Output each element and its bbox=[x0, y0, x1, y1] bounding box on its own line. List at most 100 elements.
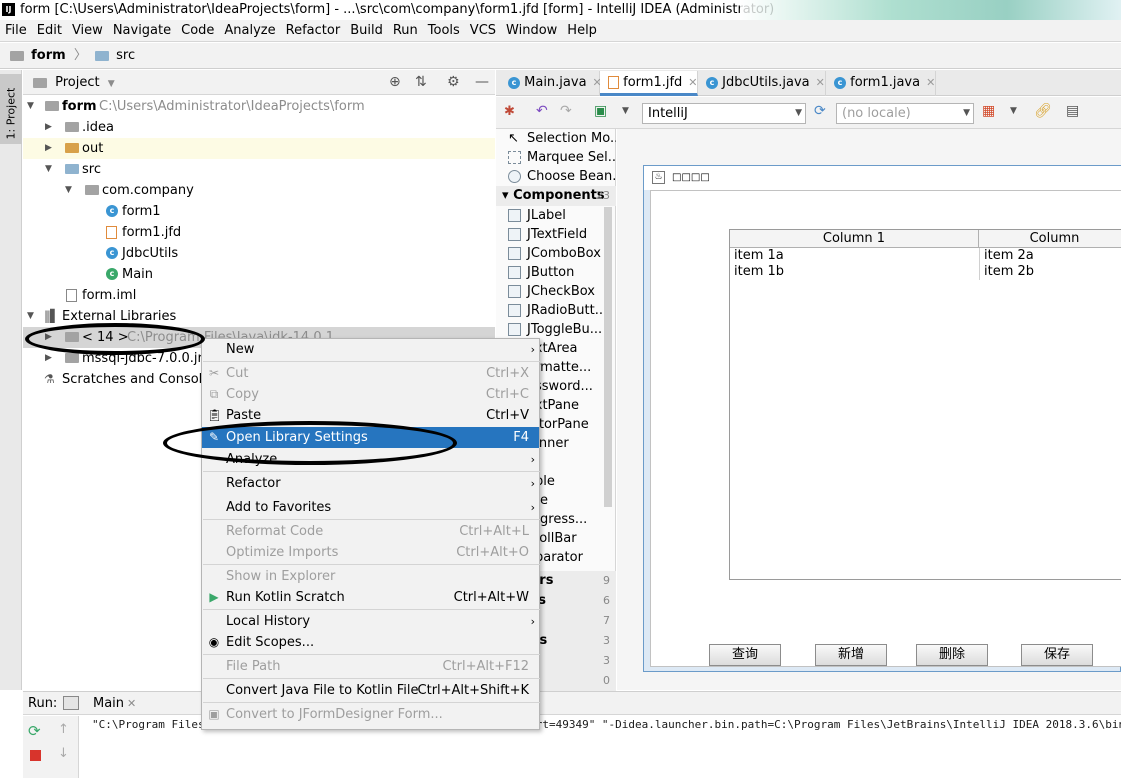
menu-navigate[interactable]: Navigate bbox=[108, 20, 176, 41]
run-tab-main[interactable]: Main bbox=[93, 692, 124, 715]
tree-row-main[interactable]: c Main bbox=[23, 264, 495, 285]
generate-code-icon[interactable]: ▤ bbox=[1066, 103, 1079, 119]
tree-row-jdbcutils[interactable]: c JdbcUtils bbox=[23, 243, 495, 264]
rerun-icon[interactable]: ⟳ bbox=[28, 722, 41, 740]
table-cell[interactable]: item 1b bbox=[730, 264, 979, 280]
chevron-down-icon[interactable]: ▼ bbox=[108, 79, 115, 89]
save-button[interactable]: 保存 bbox=[1021, 644, 1093, 666]
palette-component[interactable]: JComboBox bbox=[496, 244, 616, 263]
data-table[interactable]: Column 1 Column item 1a item 2a item 1b … bbox=[729, 229, 1121, 580]
table-cell[interactable]: item 2b bbox=[979, 264, 1121, 280]
menu-view[interactable]: View bbox=[67, 20, 108, 41]
expand-arrow-icon[interactable]: ▶ bbox=[45, 117, 52, 138]
menu-item-optimize-imports[interactable]: Optimize Imports Ctrl+Alt+O bbox=[202, 542, 539, 563]
palette-component[interactable]: JToggleBu... bbox=[496, 320, 616, 339]
menu-item-cut[interactable]: ✂ Cut Ctrl+X bbox=[202, 363, 539, 384]
redo-icon[interactable]: ↷ bbox=[560, 103, 572, 119]
palette-tool-selection[interactable]: Selection Mo... ↖ bbox=[496, 129, 616, 148]
close-icon[interactable]: ✕ bbox=[816, 76, 825, 89]
stop-icon[interactable] bbox=[30, 750, 41, 761]
refresh-icon[interactable]: ⟳ bbox=[814, 103, 826, 119]
table-cell[interactable]: item 2a bbox=[979, 248, 1121, 264]
collapse-all-icon[interactable]: ⇅ bbox=[415, 70, 427, 95]
expand-arrow-icon[interactable]: ▶ bbox=[45, 327, 52, 348]
gear-icon[interactable]: ⚙ bbox=[447, 70, 460, 95]
menu-item-edit-scopes[interactable]: ◉ Edit Scopes... bbox=[202, 632, 539, 653]
tree-row-package[interactable]: ▼ com.company bbox=[23, 180, 495, 201]
expand-arrow-icon[interactable]: ▶ bbox=[45, 348, 52, 369]
tree-row-external-libraries[interactable]: ▼ |||▌ External Libraries bbox=[23, 306, 495, 327]
palette-scrollbar[interactable] bbox=[604, 207, 612, 507]
layout-icon[interactable]: ▦ bbox=[982, 103, 995, 119]
tab-form1-jfd[interactable]: form1.jfd ✕ bbox=[600, 71, 698, 96]
hide-icon[interactable]: — bbox=[475, 70, 489, 95]
expand-arrow-icon[interactable]: ▼ bbox=[65, 180, 72, 201]
tree-row-form1-jfd[interactable]: form1.jfd bbox=[23, 222, 495, 243]
menu-item-refactor[interactable]: Refactor › bbox=[202, 473, 539, 494]
menu-vcs[interactable]: VCS bbox=[465, 20, 501, 41]
palette-component[interactable]: JCheckBox bbox=[496, 282, 616, 301]
tree-row-iml[interactable]: form.iml bbox=[23, 285, 495, 306]
table-cell[interactable]: item 1a bbox=[730, 248, 979, 264]
menu-item-convert-java-file-to-kotlin-file[interactable]: Convert Java File to Kotlin File Ctrl+Alt… bbox=[202, 680, 539, 701]
menu-refactor[interactable]: Refactor bbox=[281, 20, 346, 41]
tab-main-java[interactable]: c Main.java ✕ bbox=[500, 71, 602, 96]
expand-arrow-icon[interactable]: ▶ bbox=[45, 138, 52, 159]
link-icon[interactable]: 🔗︎ bbox=[1034, 103, 1052, 119]
preview-icon[interactable]: ▣ bbox=[594, 103, 607, 119]
up-arrow-icon[interactable]: ↑ bbox=[58, 722, 69, 737]
tree-row-form1[interactable]: c form1 bbox=[23, 201, 495, 222]
palette-component[interactable]: JButton bbox=[496, 263, 616, 282]
project-tool-tab[interactable]: 1: Project bbox=[0, 74, 22, 144]
palette-tool-marquee[interactable]: Marquee Sel... bbox=[496, 148, 616, 167]
menu-window[interactable]: Window bbox=[501, 20, 562, 41]
palette-component[interactable]: JTextField bbox=[496, 225, 616, 244]
table-header-column-2[interactable]: Column bbox=[979, 230, 1121, 248]
locate-icon[interactable]: ⊕ bbox=[389, 70, 401, 95]
menu-item-reformat-code[interactable]: Reformat Code Ctrl+Alt+L bbox=[202, 521, 539, 542]
menu-run[interactable]: Run bbox=[388, 20, 423, 41]
undo-icon[interactable]: ↶ bbox=[536, 103, 548, 119]
close-icon[interactable]: ✕ bbox=[688, 76, 697, 89]
table-header-column-1[interactable]: Column 1 bbox=[730, 230, 979, 248]
expand-arrow-icon[interactable]: ▼ bbox=[45, 159, 52, 180]
close-icon[interactable]: ✕ bbox=[926, 76, 935, 89]
tree-row-src[interactable]: ▼ src bbox=[23, 159, 495, 180]
menu-item-convert-to-jformdesigner-form[interactable]: ▣ Convert to JFormDesigner Form... bbox=[202, 704, 539, 725]
tab-jdbcutils-java[interactable]: c JdbcUtils.java ✕ bbox=[698, 71, 826, 96]
chevron-down-icon[interactable]: ▼ bbox=[622, 106, 629, 116]
breadcrumb-project[interactable]: form bbox=[31, 48, 66, 63]
project-view-selector[interactable]: Project bbox=[55, 75, 99, 90]
tree-row-idea[interactable]: ▶ .idea bbox=[23, 117, 495, 138]
delete-button[interactable]: 删除 bbox=[916, 644, 988, 666]
locale-select[interactable]: (no locale) ▼ bbox=[836, 103, 974, 124]
palette-component[interactable]: JRadioButt... bbox=[496, 301, 616, 320]
close-icon[interactable]: ✕ bbox=[127, 692, 136, 715]
menu-item-run-kotlin-scratch[interactable]: ▶ Run Kotlin Scratch Ctrl+Alt+W bbox=[202, 587, 539, 608]
palette-component[interactable]: JLabel bbox=[496, 206, 616, 225]
test-form-icon[interactable]: ✱ bbox=[504, 104, 515, 119]
menu-analyze[interactable]: Analyze bbox=[219, 20, 280, 41]
breadcrumb-folder[interactable]: src bbox=[116, 48, 135, 63]
palette-section-components[interactable]: ▾ Components 23 bbox=[496, 186, 616, 206]
menu-code[interactable]: Code bbox=[176, 20, 219, 41]
tree-row-out[interactable]: ▶ out bbox=[23, 138, 495, 159]
query-button[interactable]: 查询 bbox=[709, 644, 781, 666]
menu-item-open-library-settings[interactable]: ✎ Open Library Settings F4 bbox=[202, 427, 539, 448]
menu-item-file-path[interactable]: File Path Ctrl+Alt+F12 bbox=[202, 656, 539, 677]
chevron-down-icon[interactable]: ▼ bbox=[1010, 106, 1017, 116]
menu-item-local-history[interactable]: Local History › bbox=[202, 611, 539, 632]
form-window[interactable]: ♨ □□□□ Column 1 Column item 1a item 2a i… bbox=[643, 165, 1121, 672]
tree-row-root[interactable]: ▼ form C:\Users\Administrator\IdeaProjec… bbox=[23, 96, 495, 117]
expand-arrow-icon[interactable]: ▼ bbox=[27, 306, 34, 327]
look-and-feel-select[interactable]: IntelliJ ▼ bbox=[642, 103, 806, 124]
palette-tool-bean[interactable]: Choose Bean... bbox=[496, 167, 616, 186]
menu-item-new[interactable]: New › bbox=[202, 339, 539, 360]
tab-form1-java[interactable]: c form1.java ✕ bbox=[826, 71, 936, 96]
menu-item-paste[interactable]: 📋︎ Paste Ctrl+V bbox=[202, 405, 539, 426]
expand-arrow-icon[interactable]: ▼ bbox=[27, 96, 34, 117]
menu-item-show-in-explorer[interactable]: Show in Explorer bbox=[202, 566, 539, 587]
menu-edit[interactable]: Edit bbox=[32, 20, 67, 41]
menu-item-add-to-favorites[interactable]: Add to Favorites › bbox=[202, 497, 539, 518]
menu-build[interactable]: Build bbox=[345, 20, 388, 41]
